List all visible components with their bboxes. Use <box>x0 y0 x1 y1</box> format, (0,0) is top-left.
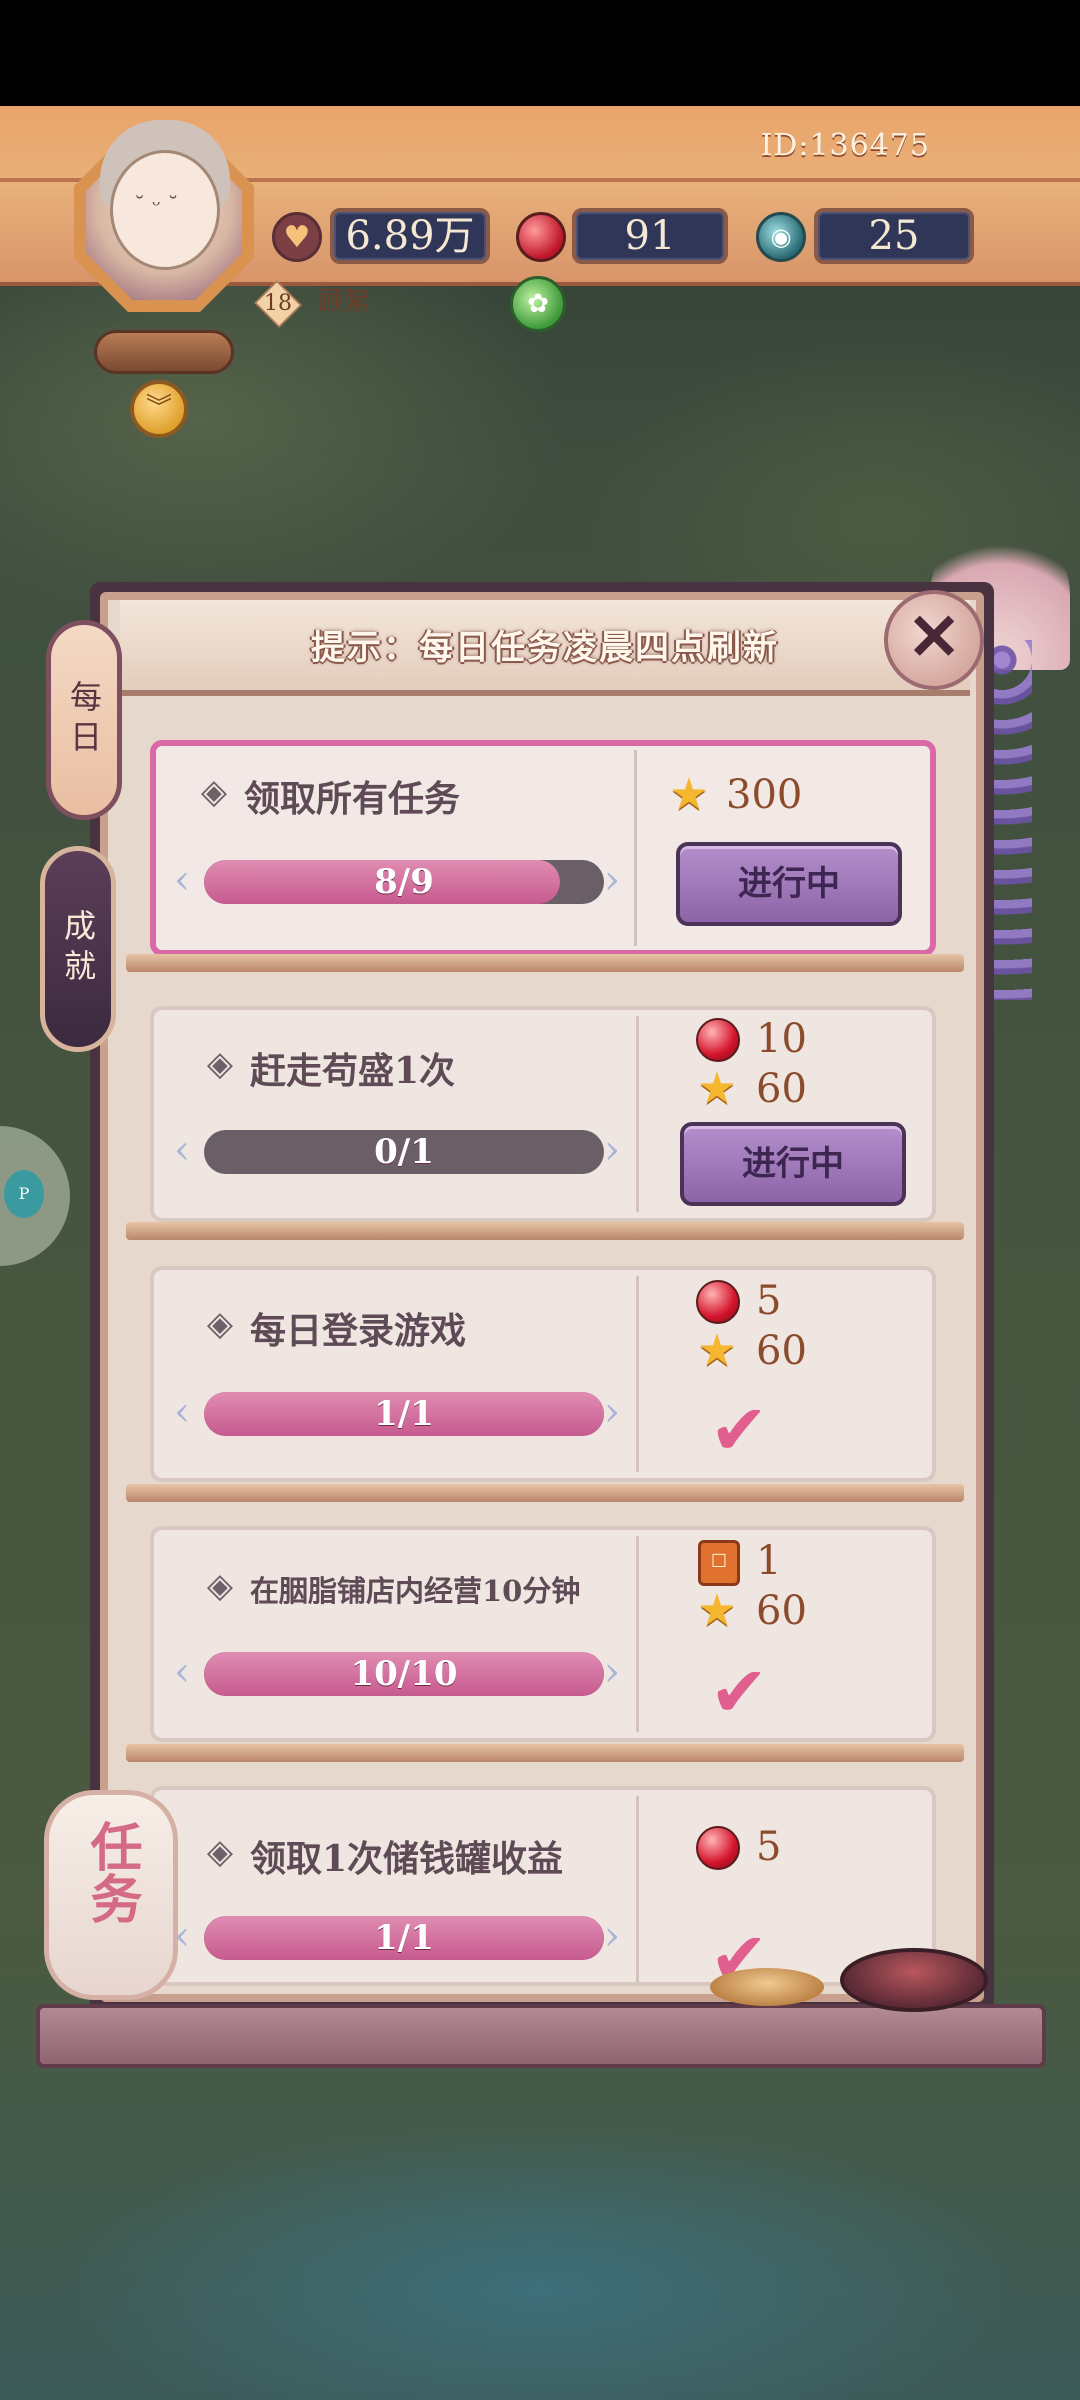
in-progress-button[interactable]: 进行中 <box>680 1122 906 1206</box>
red-gem-icon <box>516 212 566 262</box>
progress-text: 1/1 <box>374 1918 434 1958</box>
teacup-decoration <box>840 1948 988 2012</box>
chevron-right-icon: › <box>604 1389 620 1435</box>
close-icon: ✕ <box>907 600 961 675</box>
hint-text: 提示：每日任务凌晨四点刷新 <box>311 628 779 668</box>
diamond-bullet-icon: ◈ <box>206 1304 234 1344</box>
check-icon: ✔ <box>709 1389 769 1471</box>
resource-heart-coin[interactable]: 6.89万 <box>330 208 490 264</box>
reward-value: 300 <box>726 772 803 818</box>
shelf <box>126 1484 964 1502</box>
progress-text: 1/1 <box>374 1394 434 1434</box>
chevron-right-icon: › <box>604 857 620 903</box>
star-icon: ★ <box>697 1325 737 1376</box>
resource-value: 91 <box>624 213 676 259</box>
ticket-icon: ☐ <box>698 1540 740 1586</box>
status-bar <box>0 0 1080 106</box>
tab-label: 每日 <box>65 680 103 760</box>
panel-base <box>36 2004 1046 2068</box>
heart-coin-icon: ♥ <box>272 212 322 262</box>
chevron-left-icon: ‹ <box>174 1127 190 1173</box>
task-card <box>150 1266 936 1482</box>
progress-text: 10/10 <box>350 1654 458 1694</box>
task-title: 在胭脂铺店内经营10分钟 <box>250 1574 581 1608</box>
red-gem-icon <box>696 1280 740 1324</box>
reward-value: 5 <box>756 1278 782 1324</box>
task-title: 领取1次储钱罐收益 <box>250 1838 564 1880</box>
resource-red-gem[interactable]: 91 <box>572 208 728 264</box>
in-progress-button[interactable]: 进行中 <box>676 842 902 926</box>
diamond-bullet-icon: ◈ <box>200 772 228 812</box>
map-event-icon[interactable]: P <box>4 1170 44 1218</box>
chevron-down-icon: ︾ <box>145 393 172 423</box>
shelf <box>126 954 964 972</box>
plate-decoration <box>710 1968 824 2006</box>
diamond-bullet-icon: ◈ <box>206 1832 234 1872</box>
card-divider <box>634 750 637 946</box>
reward-value: 10 <box>756 1016 807 1062</box>
card-divider <box>636 1016 639 1212</box>
reward-value: 60 <box>756 1066 807 1112</box>
reward-value: 60 <box>756 1588 807 1634</box>
chevron-left-icon: ‹ <box>174 1389 190 1435</box>
close-button[interactable]: ✕ <box>884 590 984 690</box>
task-title: 领取所有任务 <box>244 778 461 820</box>
chevron-right-icon: › <box>604 1913 620 1959</box>
shelf <box>126 1744 964 1762</box>
resource-jade-coin[interactable]: 25 <box>814 208 974 264</box>
tab-achievement[interactable]: 成就 <box>40 846 116 1052</box>
progress-text: 0/1 <box>374 1132 434 1172</box>
diamond-bullet-icon: ◈ <box>206 1044 234 1084</box>
sprout-icon[interactable]: ✿ <box>510 276 566 332</box>
star-icon: ★ <box>669 769 709 820</box>
diamond-bullet-icon: ◈ <box>206 1566 234 1606</box>
player-id: ID:136475 <box>760 128 930 163</box>
card-divider <box>636 1276 639 1472</box>
chevron-right-icon: › <box>604 1127 620 1173</box>
tab-label: 成就 <box>59 909 97 989</box>
chevron-right-icon: › <box>604 1649 620 1695</box>
card-divider <box>636 1536 639 1732</box>
chevron-left-icon: ‹ <box>174 857 190 903</box>
star-icon: ★ <box>697 1063 737 1114</box>
red-gem-icon <box>696 1826 740 1870</box>
task-title: 赶走苟盛1次 <box>250 1050 456 1092</box>
player-level: 18 <box>264 291 292 316</box>
jade-coin-icon: ◉ <box>756 212 806 262</box>
reward-value: 5 <box>756 1824 782 1870</box>
check-icon: ✔ <box>709 1651 769 1733</box>
task-lantern-label: 任务 <box>81 1820 142 1924</box>
red-gem-icon <box>696 1018 740 1062</box>
reward-value: 60 <box>756 1328 807 1374</box>
player-name: 顾絮 <box>318 287 371 317</box>
resource-value: 6.89万 <box>345 213 475 259</box>
star-icon: ★ <box>697 1585 737 1636</box>
task-card <box>150 1526 936 1742</box>
avatar-eyes: ˘ ᵕ ˘ <box>134 194 179 219</box>
chevron-left-icon: ‹ <box>174 1649 190 1695</box>
shelf <box>126 1222 964 1240</box>
resource-value: 25 <box>868 213 920 259</box>
card-divider <box>636 1796 639 1982</box>
task-title: 每日登录游戏 <box>250 1310 467 1352</box>
scroll-ornament <box>94 330 234 374</box>
progress-text: 8/9 <box>374 862 434 902</box>
expand-menu-button[interactable]: ︾ <box>130 380 188 438</box>
reward-value: 1 <box>756 1538 782 1584</box>
tab-daily[interactable]: 每日 <box>46 620 122 820</box>
